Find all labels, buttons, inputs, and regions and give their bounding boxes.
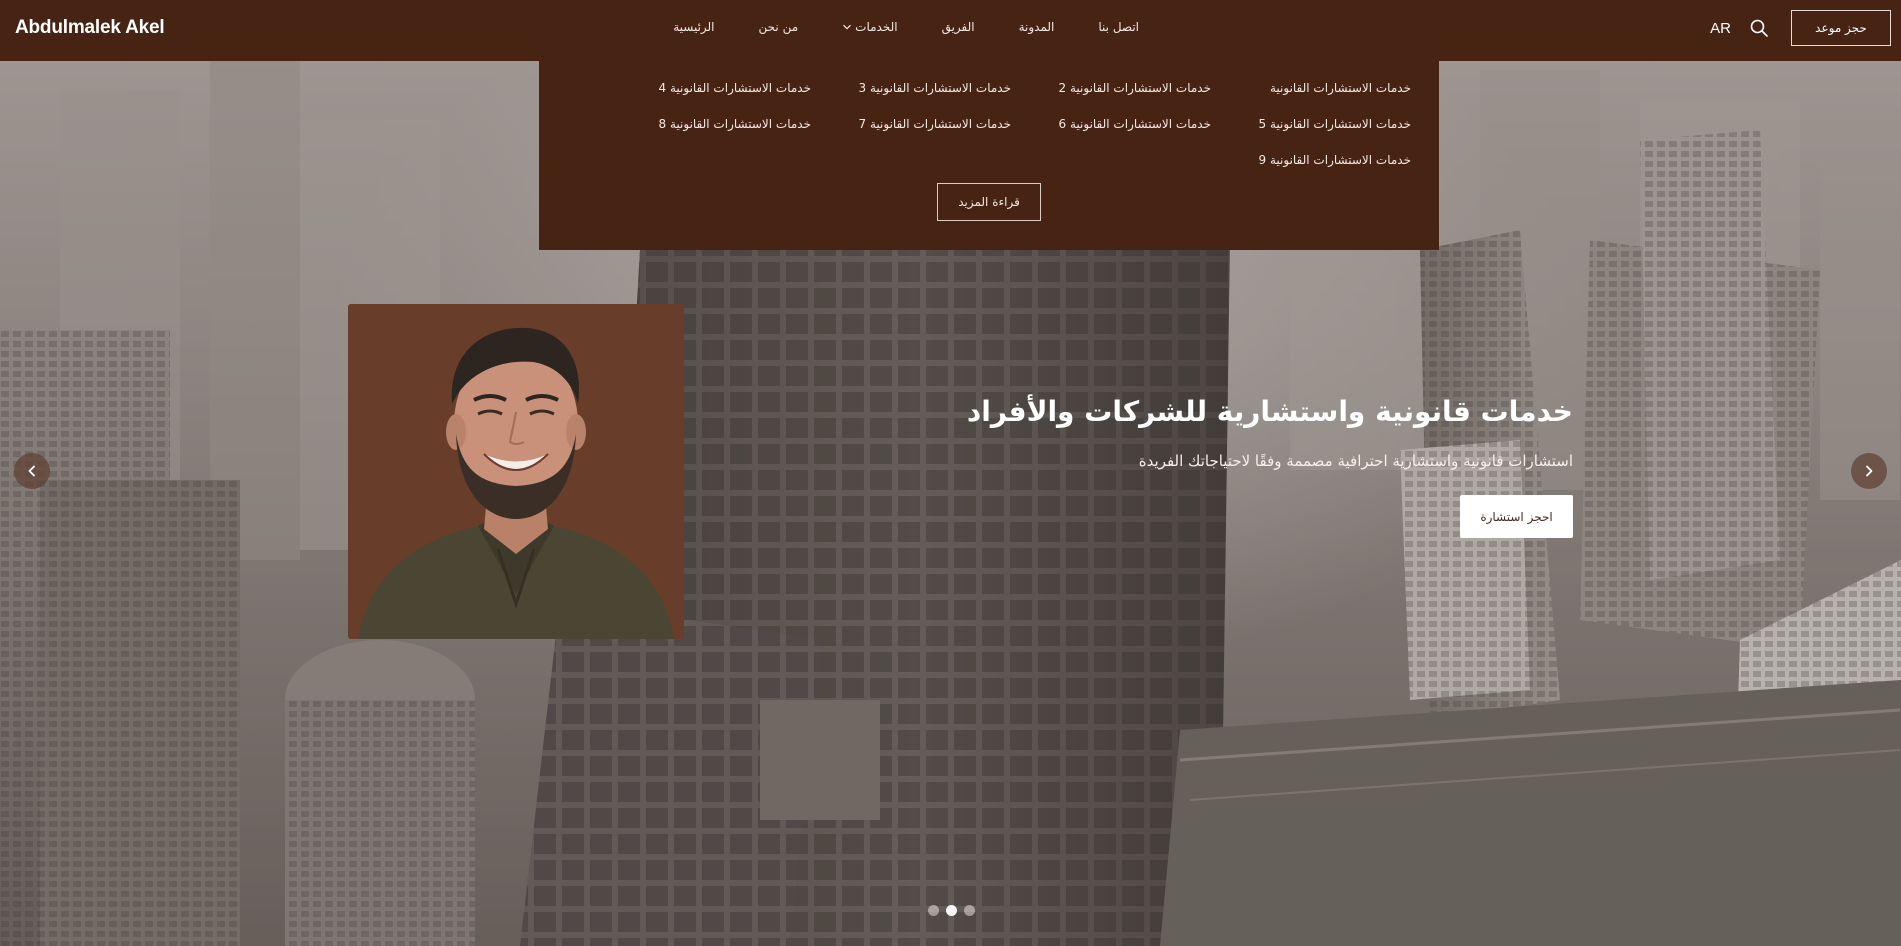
nav-contact-label: اتصل بنا	[1098, 20, 1139, 34]
nav-blog[interactable]: المدونة	[997, 20, 1077, 34]
nav-about-label: من نحن	[758, 20, 799, 34]
nav-services[interactable]: الخدمات	[820, 20, 919, 34]
read-more-button[interactable]: قراءة المزيد	[937, 183, 1041, 221]
header-actions: AR حجز موعد	[1710, 10, 1891, 46]
chevron-left-icon	[28, 465, 35, 477]
chevron-down-icon	[843, 24, 852, 30]
carousel-next-button[interactable]	[1851, 453, 1887, 489]
service-link-4[interactable]: خدمات الاستشارات القانونية 4	[611, 70, 811, 106]
carousel-dot-3[interactable]	[964, 905, 975, 916]
nav-about[interactable]: من نحن	[737, 20, 821, 34]
service-link-1[interactable]: خدمات الاستشارات القانونية	[1211, 70, 1411, 106]
nav-home[interactable]: الرئيسية	[651, 20, 736, 34]
carousel-dot-2[interactable]	[946, 905, 957, 916]
services-dropdown: خدمات الاستشارات القانونية خدمات الاستشا…	[539, 61, 1439, 250]
nav-contact[interactable]: اتصل بنا	[1076, 20, 1161, 34]
book-consultation-button[interactable]: احجز استشارة	[1460, 495, 1573, 538]
nav-team[interactable]: الفريق	[920, 20, 997, 34]
book-appointment-button[interactable]: حجز موعد	[1791, 10, 1891, 46]
nav-services-label: الخدمات	[855, 20, 898, 34]
services-links-grid: خدمات الاستشارات القانونية خدمات الاستشا…	[611, 70, 1411, 178]
main-nav: الرئيسية من نحن الخدمات الفريق المدونة ا…	[651, 20, 1161, 34]
service-link-3[interactable]: خدمات الاستشارات القانونية 3	[811, 70, 1011, 106]
service-link-5[interactable]: خدمات الاستشارات القانونية 5	[1211, 106, 1411, 142]
carousel-prev-button[interactable]	[14, 453, 50, 489]
search-icon[interactable]	[1749, 18, 1769, 38]
nav-team-label: الفريق	[941, 20, 975, 34]
portrait-illustration	[348, 304, 684, 639]
service-link-8[interactable]: خدمات الاستشارات القانونية 8	[611, 106, 811, 142]
site-header: Abdulmalek Akel الرئيسية من نحن الخدمات …	[0, 0, 1901, 61]
lawyer-portrait	[348, 304, 684, 639]
nav-home-label: الرئيسية	[673, 20, 715, 34]
carousel-dot-1[interactable]	[928, 905, 939, 916]
brand-logo[interactable]: Abdulmalek Akel	[15, 17, 165, 39]
hero-subtitle: استشارات قانونية واستشارية احترافية مصمم…	[1138, 452, 1573, 470]
service-link-7[interactable]: خدمات الاستشارات القانونية 7	[811, 106, 1011, 142]
service-link-6[interactable]: خدمات الاستشارات القانونية 6	[1011, 106, 1211, 142]
service-link-2[interactable]: خدمات الاستشارات القانونية 2	[1011, 70, 1211, 106]
chevron-right-icon	[1866, 465, 1873, 477]
carousel-dots	[928, 905, 975, 916]
service-link-9[interactable]: خدمات الاستشارات القانونية 9	[1211, 142, 1411, 178]
hero-content: خدمات قانونية واستشارية للشركات والأفراد…	[953, 390, 1573, 538]
nav-blog-label: المدونة	[1018, 20, 1055, 34]
hero-title: خدمات قانونية واستشارية للشركات والأفراد	[966, 395, 1573, 428]
language-switcher[interactable]: AR	[1710, 20, 1731, 37]
